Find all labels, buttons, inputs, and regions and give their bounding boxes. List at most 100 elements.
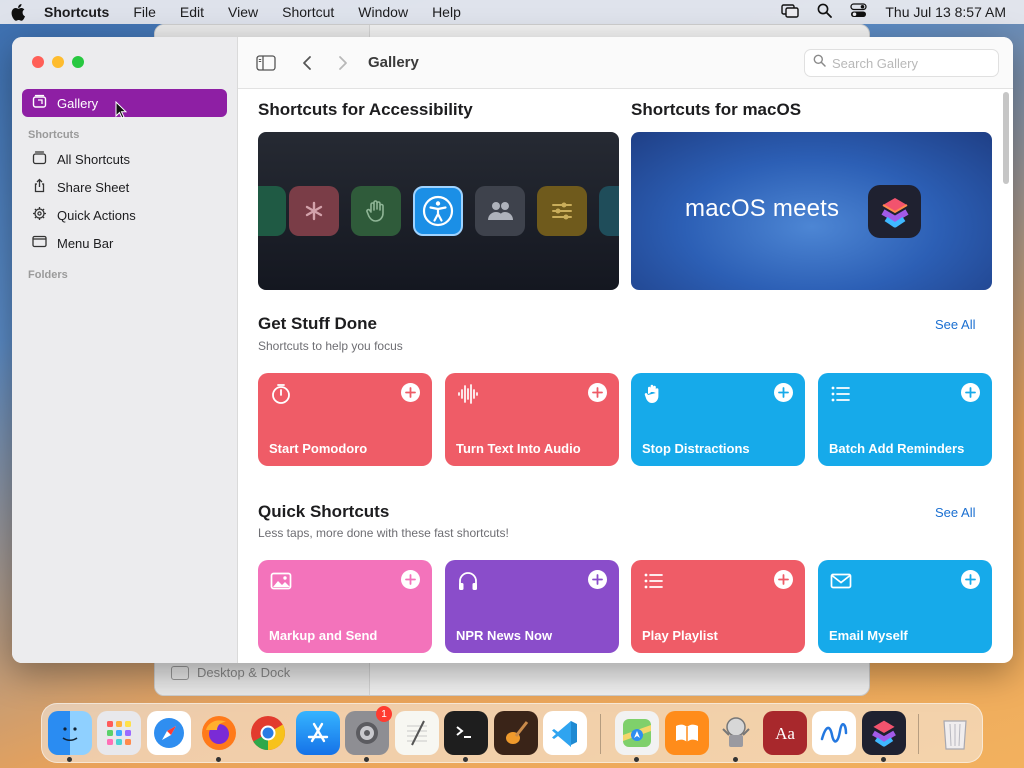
- menubar-icon: [32, 234, 47, 252]
- sidebar-toggle-icon[interactable]: [256, 53, 276, 73]
- running-indicator: [463, 757, 468, 762]
- spotlight-search-icon[interactable]: [817, 3, 833, 21]
- dock-safari-icon[interactable]: [147, 711, 191, 755]
- dock-finder-icon[interactable]: [48, 711, 92, 762]
- add-shortcut-plus-icon[interactable]: [961, 570, 980, 589]
- dock-textedit-icon[interactable]: [395, 711, 439, 755]
- accessibility-heading: Shortcuts for Accessibility: [258, 100, 473, 119]
- menu-bar: Shortcuts File Edit View Shortcut Window…: [0, 0, 1024, 24]
- sidebar-item-label: All Shortcuts: [57, 151, 130, 167]
- background-row-label: Desktop & Dock: [197, 665, 291, 680]
- quick-shortcuts-subtitle: Less taps, more done with these fast sho…: [258, 526, 509, 540]
- dock-app-store-icon[interactable]: [296, 711, 340, 755]
- menubar-clock[interactable]: Thu Jul 13 8:57 AM: [885, 4, 1006, 20]
- forward-chevron-icon[interactable]: [338, 53, 348, 73]
- card-label: Turn Text Into Audio: [456, 441, 581, 456]
- card-batch-add-reminders[interactable]: Batch Add Reminders: [818, 373, 992, 466]
- card-stop-distractions[interactable]: Stop Distractions: [631, 373, 805, 466]
- control-center-icon[interactable]: [850, 3, 868, 21]
- accessibility-icon-row: [258, 186, 619, 236]
- dock-dictionary-icon[interactable]: Aa: [763, 711, 807, 755]
- card-play-playlist[interactable]: Play Playlist: [631, 560, 805, 653]
- dock-trash-icon[interactable]: [933, 711, 977, 755]
- apple-menu-icon[interactable]: [10, 3, 28, 21]
- add-shortcut-plus-icon[interactable]: [401, 383, 420, 402]
- get-stuff-done-heading: Get Stuff Done: [258, 314, 377, 333]
- dock-chrome-icon[interactable]: [246, 711, 290, 755]
- hand-icon: [351, 186, 401, 236]
- scrollbar-thumb[interactable]: [1003, 92, 1009, 184]
- sliders-icon: [537, 186, 587, 236]
- sidebar-item-menu-bar[interactable]: Menu Bar: [22, 229, 227, 257]
- waveform-icon: [458, 384, 478, 404]
- quick-shortcuts-see-all-link[interactable]: See All: [935, 505, 975, 520]
- zoom-window-button[interactable]: [72, 56, 84, 68]
- add-shortcut-plus-icon[interactable]: [588, 570, 607, 589]
- card-email-myself[interactable]: Email Myself: [818, 560, 992, 653]
- close-window-button[interactable]: [32, 56, 44, 68]
- svg-text:Aa: Aa: [775, 724, 795, 743]
- add-shortcut-plus-icon[interactable]: [588, 383, 607, 402]
- page-title: Gallery: [368, 54, 419, 71]
- add-shortcut-plus-icon[interactable]: [774, 570, 793, 589]
- dock-launchpad-icon[interactable]: [97, 711, 141, 755]
- back-chevron-icon[interactable]: [302, 53, 312, 73]
- sidebar-item-label: Gallery: [57, 95, 99, 111]
- menu-shortcut[interactable]: Shortcut: [282, 4, 334, 20]
- dock-firefox-icon[interactable]: [197, 711, 241, 762]
- running-indicator: [67, 757, 72, 762]
- sidebar: Gallery Shortcuts All Shortcuts Share Sh…: [12, 37, 238, 663]
- dock-separator: [918, 714, 919, 754]
- dock-shortcuts-icon[interactable]: [862, 711, 906, 762]
- macos-banner[interactable]: macOS meets: [631, 132, 992, 290]
- screen-mirroring-icon[interactable]: [781, 3, 800, 21]
- sidebar-item-label: Menu Bar: [57, 235, 114, 251]
- dock-vscode-icon[interactable]: [543, 711, 587, 755]
- dock-system-settings-icon[interactable]: 1: [345, 706, 392, 762]
- card-npr-news-now[interactable]: NPR News Now: [445, 560, 619, 653]
- get-stuff-done-see-all-link[interactable]: See All: [935, 317, 975, 332]
- quick-shortcuts-heading: Quick Shortcuts: [258, 502, 390, 521]
- list-icon: [831, 386, 850, 402]
- accessibility-banner[interactable]: [258, 132, 619, 290]
- add-shortcut-plus-icon[interactable]: [774, 383, 793, 402]
- macos-heading: Shortcuts for macOS: [631, 100, 802, 119]
- card-label: Start Pomodoro: [269, 441, 368, 456]
- sidebar-item-quick-actions[interactable]: Quick Actions: [22, 201, 227, 229]
- menu-window[interactable]: Window: [358, 4, 408, 20]
- get-stuff-done-subtitle: Shortcuts to help you focus: [258, 339, 403, 353]
- menu-file[interactable]: File: [133, 4, 156, 20]
- minimize-window-button[interactable]: [52, 56, 64, 68]
- dock-separator: [600, 714, 601, 754]
- menu-view[interactable]: View: [228, 4, 258, 20]
- accessibility-tile-icon: [258, 186, 286, 236]
- add-shortcut-plus-icon[interactable]: [961, 383, 980, 402]
- asterisk-icon: [289, 186, 339, 236]
- menu-help[interactable]: Help: [432, 4, 461, 20]
- menu-edit[interactable]: Edit: [180, 4, 204, 20]
- share-icon: [32, 178, 47, 196]
- notification-badge: 1: [376, 706, 392, 722]
- menu-app-name[interactable]: Shortcuts: [44, 4, 109, 20]
- search-field[interactable]: [804, 49, 999, 77]
- dock-automator-icon[interactable]: [714, 711, 758, 762]
- dock-maps-icon[interactable]: [615, 711, 659, 762]
- sidebar-item-all-shortcuts[interactable]: All Shortcuts: [22, 145, 227, 173]
- shortcuts-window: Gallery Shortcuts All Shortcuts Share Sh…: [12, 37, 1013, 663]
- sidebar-item-share-sheet[interactable]: Share Sheet: [22, 173, 227, 201]
- running-indicator: [634, 757, 639, 762]
- card-start-pomodoro[interactable]: Start Pomodoro: [258, 373, 432, 466]
- add-shortcut-plus-icon[interactable]: [401, 570, 420, 589]
- mouse-cursor-icon: [115, 101, 127, 119]
- sidebar-item-label: Quick Actions: [57, 207, 136, 223]
- dock-books-icon[interactable]: [665, 711, 709, 755]
- running-indicator: [364, 757, 369, 762]
- card-turn-text-into-audio[interactable]: Turn Text Into Audio: [445, 373, 619, 466]
- dock-terminal-icon[interactable]: [444, 711, 488, 762]
- dock-freeform-icon[interactable]: [812, 711, 856, 755]
- card-label: NPR News Now: [456, 628, 553, 643]
- dock-garageband-icon[interactable]: [494, 711, 538, 755]
- running-indicator: [733, 757, 738, 762]
- card-markup-and-send[interactable]: Markup and Send: [258, 560, 432, 653]
- search-input[interactable]: [832, 55, 982, 71]
